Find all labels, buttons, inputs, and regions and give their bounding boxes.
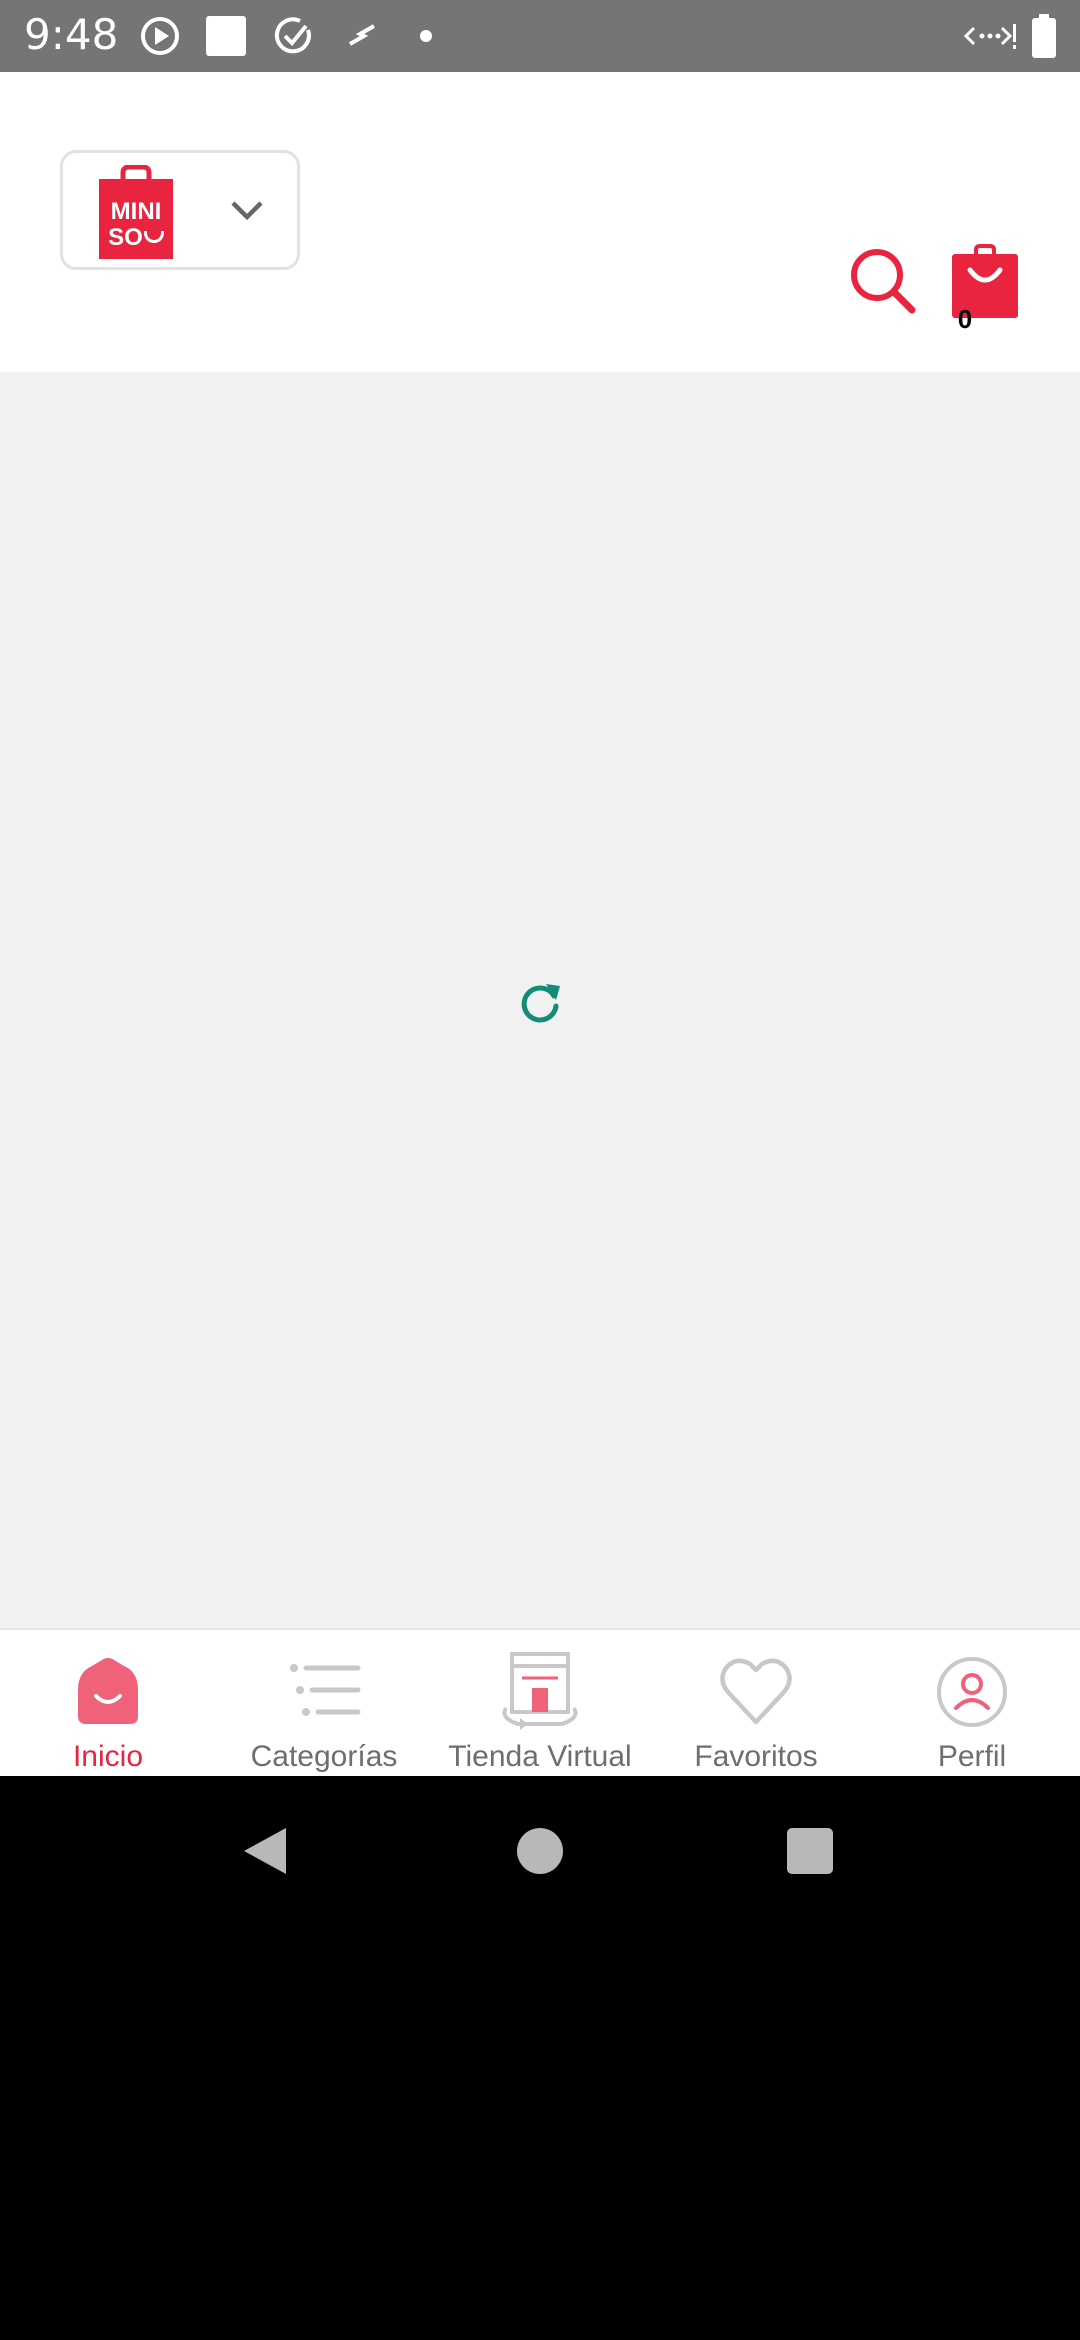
logo-text: MINI SO <box>97 199 175 251</box>
play-circle-icon <box>141 17 179 55</box>
recents-icon[interactable] <box>775 1816 845 1886</box>
swipe-icon <box>349 24 375 46</box>
chevron-down-icon <box>231 201 263 221</box>
bottom-navigation: Inicio Categorías Tienda Virtual Favorit… <box>0 1628 1080 1776</box>
nav-item-perfil[interactable]: Perfil <box>864 1630 1080 1778</box>
list-icon <box>290 1664 361 1716</box>
status-time: 9:48 <box>24 10 119 59</box>
home-circle-icon[interactable] <box>505 1816 575 1886</box>
logo-text-line2: SO <box>97 225 175 251</box>
search-icon[interactable] <box>848 246 918 316</box>
status-bar: 9:48 <box>0 0 1080 72</box>
back-icon[interactable] <box>232 1816 302 1886</box>
content-area <box>0 372 1080 1628</box>
nav-label-inicio: Inicio <box>72 1740 144 1773</box>
smile-mark-icon <box>143 231 164 243</box>
nav-item-tienda-virtual[interactable]: Tienda Virtual <box>432 1630 648 1778</box>
white-square-icon <box>206 16 246 56</box>
nav-item-categorias[interactable]: Categorías <box>216 1630 432 1778</box>
logo-text-so: SO <box>108 224 143 251</box>
check-sync-icon <box>274 17 311 54</box>
nav-label-favoritos: Favoritos <box>694 1740 818 1773</box>
nav-item-inicio[interactable]: Inicio <box>0 1630 216 1778</box>
store-selector[interactable]: MINI SO <box>60 150 300 270</box>
system-navigation-bar <box>0 1776 1080 1924</box>
nav-label-categorias: Categorías <box>250 1740 398 1773</box>
battery-icon <box>1032 14 1056 58</box>
cart-count-badge: 0 <box>957 304 973 334</box>
refresh-icon <box>521 984 560 1023</box>
heart-icon <box>720 1658 792 1725</box>
miniso-logo: MINI SO <box>97 164 175 259</box>
logo-text-line1: MINI <box>110 198 162 225</box>
nav-label-perfil: Perfil <box>937 1740 1007 1773</box>
storefront-icon <box>502 1652 578 1730</box>
dot-icon <box>420 30 432 42</box>
nav-item-favoritos[interactable]: Favoritos <box>648 1630 864 1778</box>
data-arrows-icon <box>963 24 1016 49</box>
cart-button[interactable]: 0 <box>950 244 1020 334</box>
profile-icon <box>937 1657 1007 1727</box>
home-icon <box>78 1658 138 1724</box>
nav-label-tienda-virtual: Tienda Virtual <box>448 1740 632 1773</box>
